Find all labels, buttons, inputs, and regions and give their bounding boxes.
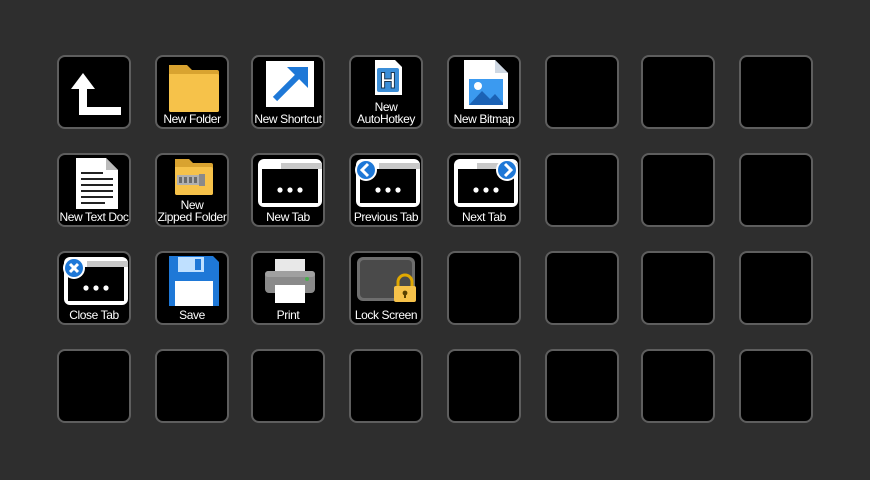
- print-key[interactable]: Print: [251, 251, 325, 325]
- autohotkey-letter: H: [380, 68, 396, 93]
- next-tab-key[interactable]: Next Tab: [447, 153, 521, 227]
- empty-key[interactable]: [545, 153, 619, 227]
- empty-key[interactable]: [155, 349, 229, 423]
- new-bitmap-label: New Bitmap: [453, 112, 515, 126]
- empty-key[interactable]: [641, 251, 715, 325]
- save-key[interactable]: Save: [155, 251, 229, 325]
- empty-key[interactable]: [545, 55, 619, 129]
- empty-key[interactable]: [739, 55, 813, 129]
- close-tab-key[interactable]: Close Tab: [57, 251, 131, 325]
- empty-key[interactable]: [641, 55, 715, 129]
- new-bitmap-key[interactable]: New Bitmap: [447, 55, 521, 129]
- new-zipped-folder-label: New Zipped Folder: [157, 198, 227, 224]
- new-shortcut-key[interactable]: New Shortcut: [251, 55, 325, 129]
- empty-key[interactable]: [545, 349, 619, 423]
- new-folder-label: New Folder: [163, 112, 221, 126]
- empty-key[interactable]: [251, 349, 325, 423]
- new-folder-key[interactable]: New Folder: [155, 55, 229, 129]
- previous-tab-key[interactable]: Previous Tab: [349, 153, 423, 227]
- save-label: Save: [179, 308, 205, 322]
- empty-key[interactable]: [349, 349, 423, 423]
- lock-screen-label: Lock Screen: [354, 308, 418, 322]
- empty-key[interactable]: [641, 349, 715, 423]
- new-autohotkey-label: New AutoHotkey: [356, 100, 416, 126]
- empty-key[interactable]: [641, 153, 715, 227]
- empty-key[interactable]: [447, 251, 521, 325]
- back-key[interactable]: [57, 55, 131, 129]
- new-text-doc-label: New Text Doc: [59, 210, 129, 224]
- new-text-doc-key[interactable]: New Text Doc: [57, 153, 131, 227]
- new-tab-key[interactable]: New Tab: [251, 153, 325, 227]
- next-tab-label: Next Tab: [462, 210, 506, 224]
- empty-key[interactable]: [739, 349, 813, 423]
- empty-key[interactable]: [57, 349, 131, 423]
- empty-key[interactable]: [545, 251, 619, 325]
- new-zipped-folder-key[interactable]: New Zipped Folder: [155, 153, 229, 227]
- previous-tab-label: Previous Tab: [353, 210, 419, 224]
- new-shortcut-label: New Shortcut: [254, 112, 322, 126]
- print-label: Print: [276, 308, 300, 322]
- close-tab-label: Close Tab: [69, 308, 119, 322]
- empty-key[interactable]: [447, 349, 521, 423]
- stream-deck-grid: New Folder New Shortcut H New AutoHotkey…: [0, 0, 870, 480]
- empty-key[interactable]: [739, 153, 813, 227]
- empty-key[interactable]: [739, 251, 813, 325]
- new-tab-label: New Tab: [266, 210, 310, 224]
- new-autohotkey-key[interactable]: H New AutoHotkey: [349, 55, 423, 129]
- back-arrow-icon: [71, 73, 121, 115]
- lock-screen-key[interactable]: Lock Screen: [349, 251, 423, 325]
